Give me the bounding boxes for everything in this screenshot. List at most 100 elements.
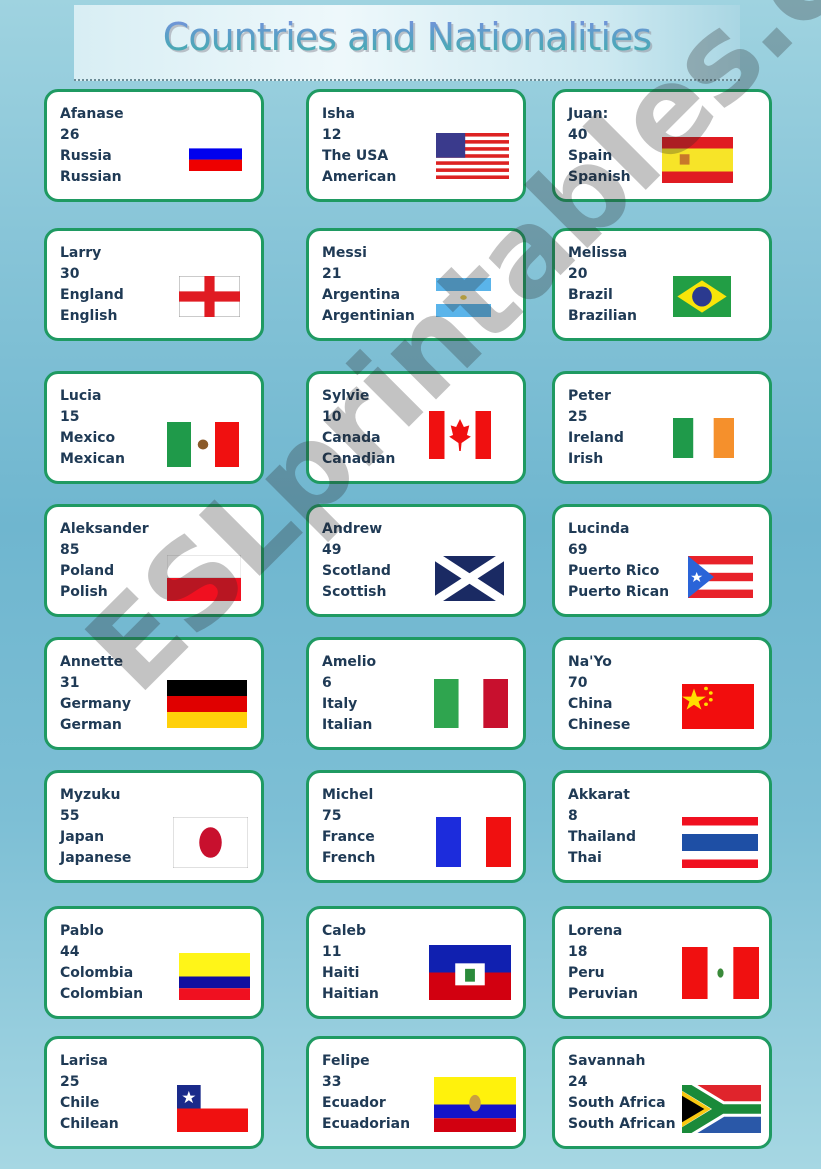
person-name: Larisa: [60, 1053, 108, 1069]
person-age: 49: [322, 542, 342, 558]
england-flag-icon: [179, 276, 240, 317]
france-flag-icon: [436, 817, 511, 867]
title-banner: Countries and Nationalities: [74, 5, 740, 81]
person-nationality: Argentinian: [322, 308, 415, 324]
person-country: China: [568, 696, 613, 712]
person-age: 10: [322, 409, 342, 425]
person-country: Haiti: [322, 965, 360, 981]
canada-flag-icon: [429, 411, 491, 459]
person-nationality: Scottish: [322, 584, 387, 600]
argentina-flag-icon: [436, 278, 491, 317]
person-country: Scotland: [322, 563, 391, 579]
person-name: Felipe: [322, 1053, 370, 1069]
person-age: 6: [322, 675, 332, 691]
person-nationality: Italian: [322, 717, 373, 733]
person-card: Aleksander 85 Poland Polish: [44, 504, 264, 617]
puerto-rico-flag-icon: [688, 556, 753, 598]
person-name: Juan:: [568, 106, 609, 122]
person-card: Michel 75 France French: [306, 770, 526, 883]
germany-flag-icon: [167, 680, 247, 728]
person-nationality: American: [322, 169, 397, 185]
person-card: Amelio 6 Italy Italian: [306, 637, 526, 750]
person-card: Myzuku 55 Japan Japanese: [44, 770, 264, 883]
person-country: The USA: [322, 148, 389, 164]
person-name: Peter: [568, 388, 611, 404]
person-card: Savannah 24 South Africa South African: [552, 1036, 772, 1149]
person-card: Melissa 20 Brazil Brazilian: [552, 228, 772, 341]
person-name: Melissa: [568, 245, 628, 261]
person-nationality: Puerto Rican: [568, 584, 670, 600]
person-nationality: Mexican: [60, 451, 125, 467]
person-country: Mexico: [60, 430, 116, 446]
person-nationality: Haitian: [322, 986, 379, 1002]
person-country: England: [60, 287, 124, 303]
person-card: Annette 31 Germany German: [44, 637, 264, 750]
person-age: 15: [60, 409, 80, 425]
person-age: 85: [60, 542, 80, 558]
person-card: Peter 25 Ireland Irish: [552, 371, 772, 484]
person-card: Sylvie 10 Canada Canadian: [306, 371, 526, 484]
person-nationality: French: [322, 850, 376, 866]
person-name: Afanase: [60, 106, 124, 122]
japan-flag-icon: [173, 817, 248, 868]
person-name: Myzuku: [60, 787, 121, 803]
person-card: Lorena 18 Peru Peruvian: [552, 906, 772, 1019]
person-age: 26: [60, 127, 80, 143]
person-nationality: South African: [568, 1116, 676, 1132]
peru-flag-icon: [682, 947, 759, 999]
person-nationality: Japanese: [60, 850, 132, 866]
person-card: Lucinda 69 Puerto Rico Puerto Rican: [552, 504, 772, 617]
person-name: Andrew: [322, 521, 383, 537]
person-nationality: Spanish: [568, 169, 631, 185]
person-card: Na'Yo 70 China Chinese: [552, 637, 772, 750]
haiti-flag-icon: [429, 945, 511, 1000]
person-nationality: Peruvian: [568, 986, 638, 1002]
person-age: 11: [322, 944, 342, 960]
person-age: 24: [568, 1074, 588, 1090]
person-name: Larry: [60, 245, 102, 261]
person-country: Ecuador: [322, 1095, 386, 1111]
page-title: Countries and Nationalities: [74, 15, 740, 59]
person-card: Larisa 25 Chile Chilean: [44, 1036, 264, 1149]
person-country: Italy: [322, 696, 358, 712]
person-country: Colombia: [60, 965, 134, 981]
person-card: Isha 12 The USA American: [306, 89, 526, 202]
person-name: Michel: [322, 787, 374, 803]
scotland-flag-icon: [435, 556, 504, 601]
chile-flag-icon: [177, 1085, 248, 1132]
person-name: Isha: [322, 106, 355, 122]
person-country: Japan: [60, 829, 105, 845]
person-age: 44: [60, 944, 80, 960]
person-nationality: Russian: [60, 169, 122, 185]
person-country: Spain: [568, 148, 613, 164]
person-country: Russia: [60, 148, 112, 164]
person-age: 55: [60, 808, 80, 824]
person-name: Messi: [322, 245, 367, 261]
person-country: Thailand: [568, 829, 636, 845]
person-age: 69: [568, 542, 588, 558]
china-flag-icon: [682, 684, 754, 729]
usa-flag-icon: [436, 133, 509, 179]
person-card: Afanase 26 Russia Russian: [44, 89, 264, 202]
person-country: Poland: [60, 563, 115, 579]
person-nationality: Polish: [60, 584, 108, 600]
person-nationality: Irish: [568, 451, 604, 467]
person-country: Canada: [322, 430, 381, 446]
person-name: Lucinda: [568, 521, 630, 537]
person-name: Lorena: [568, 923, 623, 939]
person-nationality: Brazilian: [568, 308, 637, 324]
person-card: Juan: 40 Spain Spanish: [552, 89, 772, 202]
person-country: Chile: [60, 1095, 100, 1111]
ireland-flag-icon: [673, 418, 734, 458]
person-age: 40: [568, 127, 588, 143]
person-age: 30: [60, 266, 80, 282]
person-nationality: Thai: [568, 850, 602, 866]
person-age: 20: [568, 266, 588, 282]
person-name: Savannah: [568, 1053, 646, 1069]
person-name: Akkarat: [568, 787, 630, 803]
person-country: Ireland: [568, 430, 624, 446]
brazil-flag-icon: [673, 276, 731, 317]
person-name: Na'Yo: [568, 654, 612, 670]
person-age: 70: [568, 675, 588, 691]
russia-flag-icon: [189, 137, 242, 171]
